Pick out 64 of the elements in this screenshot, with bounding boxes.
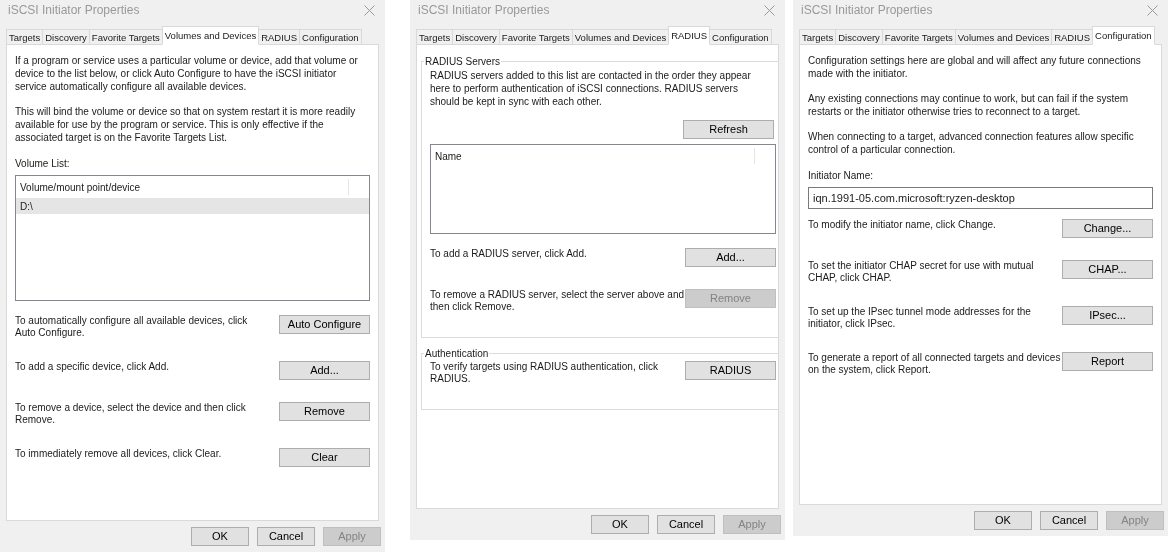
dialog-button[interactable]: IPsec... (1062, 306, 1153, 325)
tab[interactable]: Configuration (1092, 26, 1155, 45)
dialog-button[interactable]: Cancel (1040, 511, 1098, 530)
instruction-text: To modify the initiator name, click Change. (808, 219, 997, 231)
instruction-text: To immediately remove all devices, click Clear. (15, 448, 223, 460)
description-text: If a program or service uses a particular volume or device, add that volume or device to the list below, or click Auto Configure to have the iSCSI initiator service automatically configure all available devices. (15, 54, 359, 93)
tab[interactable]: Targets (416, 29, 454, 45)
dialog-button[interactable]: Remove (279, 402, 370, 421)
tab[interactable]: Targets (6, 29, 44, 45)
dialog-button[interactable]: OK (191, 527, 249, 546)
description-text: RADIUS servers added to this list are contacted in the order they appear here to perform authentication of iSCSI connections. RADIUS servers should be kept in sync with each other. (430, 69, 752, 108)
field-label: Initiator Name: (808, 169, 875, 183)
instruction-text: To set the initiator CHAP secret for use with mutual CHAP, click CHAP. (808, 260, 1035, 284)
instruction-text: To generate a report of all connected targets and devices on the system, click Report. (808, 352, 1062, 376)
list-row[interactable]: D:\ (16, 198, 369, 214)
tab[interactable]: RADIUS (668, 26, 711, 45)
tab[interactable]: Volumes and Devices (161, 26, 260, 45)
instruction-text: To automatically configure all available devices, click Auto Configure. (15, 315, 249, 339)
dialog-button[interactable]: RADIUS (685, 361, 776, 380)
description-text: When connecting to a target, advanced connection features allow specific control of a particular connection. (808, 130, 1135, 156)
tab[interactable]: Favorite Targets (498, 29, 573, 45)
field-label: Volume List: (15, 157, 71, 171)
description-text: Any existing connections may continue to work, but can fail if the system restarts or the initiator otherwise tries to reconnect to a target. (808, 92, 1130, 118)
initiator-name-field[interactable]: iqn.1991-05.com.microsoft:ryzen-desktop (808, 187, 1153, 209)
tab[interactable]: Discovery (42, 29, 90, 45)
dialog-button[interactable]: Report (1062, 352, 1153, 371)
instruction-text: To set up the IPsec tunnel mode addresses for the initiator, click IPsec. (808, 306, 1032, 330)
tab[interactable]: Discovery (452, 29, 500, 45)
close-icon[interactable] (1147, 4, 1158, 16)
dialog-button[interactable]: Add... (279, 361, 370, 380)
dialog-button[interactable]: Cancel (257, 527, 315, 546)
dialog-button[interactable]: Cancel (657, 515, 715, 534)
close-icon[interactable] (364, 4, 375, 16)
dialog-button[interactable]: Change... (1062, 219, 1153, 238)
list-view[interactable]: Name (430, 144, 776, 234)
dialog-button[interactable]: Refresh (683, 120, 774, 139)
group-title: RADIUS Servers (424, 55, 501, 69)
list-view[interactable]: Volume/mount point/device D:\ (15, 175, 370, 301)
column-header[interactable]: Name (435, 148, 754, 164)
dialog-button[interactable]: OK (974, 511, 1032, 530)
instruction-text: To add a RADIUS server, click Add. (430, 248, 588, 260)
dialog-button[interactable]: Add... (685, 248, 776, 267)
instruction-text: To remove a RADIUS server, select the server above and then click Remove. (430, 289, 685, 313)
tab[interactable]: Configuration (709, 29, 772, 45)
description-text: This will bind the volume or device so that on system restart it is more readily available for use by the program or service. This is only effective if the associated target is on the Favorite Targets List. (15, 105, 357, 144)
instruction-text: To verify targets using RADIUS authentication, click RADIUS. (430, 361, 659, 385)
window-title: iSCSI Initiator Properties (801, 2, 933, 19)
tab[interactable]: Discovery (835, 29, 883, 45)
dialog-button[interactable]: OK (591, 515, 649, 534)
close-icon[interactable] (764, 4, 775, 16)
instruction-text: To remove a device, select the device and then click Remove. (15, 402, 247, 426)
instruction-text: To add a specific device, click Add. (15, 361, 170, 373)
dialog-button[interactable]: CHAP... (1062, 260, 1153, 279)
group-title: Authentication (424, 347, 490, 361)
dialog-button[interactable]: Clear (279, 448, 370, 467)
window-title: iSCSI Initiator Properties (418, 2, 550, 19)
window-title: iSCSI Initiator Properties (8, 2, 140, 19)
column-header[interactable]: Volume/mount point/device (20, 179, 348, 195)
tab[interactable]: Favorite Targets (881, 29, 956, 45)
tab[interactable]: Targets (799, 29, 837, 45)
dialog-button[interactable]: Auto Configure (279, 315, 370, 334)
description-text: Configuration settings here are global and will affect any future connections made with the initiator. (808, 54, 1142, 80)
tab[interactable]: Favorite Targets (88, 29, 163, 45)
tab[interactable]: Configuration (299, 29, 362, 45)
